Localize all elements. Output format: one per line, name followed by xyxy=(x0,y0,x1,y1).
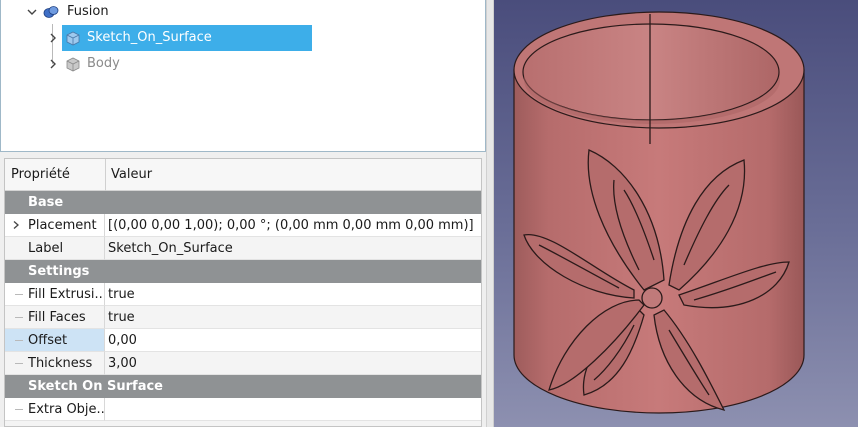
group-label: Sketch On Surface xyxy=(28,379,163,394)
group-label: Settings xyxy=(28,264,90,279)
panel-splitter-vertical[interactable] xyxy=(486,0,494,427)
chevron-right-icon[interactable] xyxy=(47,58,59,70)
property-editor[interactable]: Propriété Valeur Base Placement [(0,00 0… xyxy=(4,158,482,427)
property-group-base[interactable]: Base xyxy=(5,191,481,214)
property-table-header: Propriété Valeur xyxy=(5,159,481,191)
cylinder-rim-inner xyxy=(522,23,780,121)
chevron-down-icon[interactable] xyxy=(26,6,38,18)
property-row-offset[interactable]: Offset 0,00 xyxy=(5,329,481,352)
property-group-settings[interactable]: Settings xyxy=(5,260,481,283)
tree-guide-tick xyxy=(15,340,23,341)
model-tree[interactable]: Fusion Sketch_On_Surface Body xyxy=(0,0,486,152)
property-name: Thickness xyxy=(5,352,105,375)
body-icon xyxy=(65,56,81,72)
property-name: Extra Obje... xyxy=(5,398,105,421)
property-value[interactable]: 0,00 xyxy=(105,329,481,352)
tree-item-body[interactable]: Body xyxy=(87,51,120,77)
property-name: Label xyxy=(5,237,105,260)
3d-viewport[interactable] xyxy=(494,0,858,427)
property-value[interactable]: Sketch_On_Surface xyxy=(105,237,481,260)
property-value[interactable]: 3,00 xyxy=(105,352,481,375)
tree-item-sketch-on-surface[interactable]: Sketch_On_Surface xyxy=(87,25,212,51)
property-row-fill-faces[interactable]: Fill Faces true xyxy=(5,306,481,329)
cylinder-model xyxy=(513,11,805,414)
fusion-icon xyxy=(43,4,59,20)
property-row-thickness[interactable]: Thickness 3,00 xyxy=(5,352,481,375)
property-row-fill-extrusion[interactable]: Fill Extrusi... true xyxy=(5,283,481,306)
property-name: Fill Extrusi... xyxy=(5,283,105,306)
property-value[interactable]: true xyxy=(105,306,481,329)
property-row-placement[interactable]: Placement [(0,00 0,00 1,00); 0,00 °; (0,… xyxy=(5,214,481,237)
property-group-sketch-on-surface[interactable]: Sketch On Surface xyxy=(5,375,481,398)
property-row-label[interactable]: Label Sketch_On_Surface xyxy=(5,237,481,260)
property-name: Placement xyxy=(5,214,105,237)
tree-item-fusion[interactable]: Fusion xyxy=(67,0,109,25)
property-value[interactable]: [(0,00 0,00 1,00); 0,00 °; (0,00 mm 0,00… xyxy=(105,214,481,237)
chevron-right-icon[interactable] xyxy=(47,32,59,44)
group-label: Base xyxy=(28,195,64,210)
property-name: Fill Faces xyxy=(5,306,105,329)
property-value[interactable] xyxy=(105,398,481,421)
property-value[interactable]: true xyxy=(105,283,481,306)
property-row-extra-objects[interactable]: Extra Obje... xyxy=(5,398,481,421)
column-header-value[interactable]: Valeur xyxy=(105,159,152,191)
sketch-on-surface-icon xyxy=(65,30,81,46)
property-row-partial[interactable] xyxy=(5,421,481,426)
column-header-property[interactable]: Propriété xyxy=(5,159,70,191)
